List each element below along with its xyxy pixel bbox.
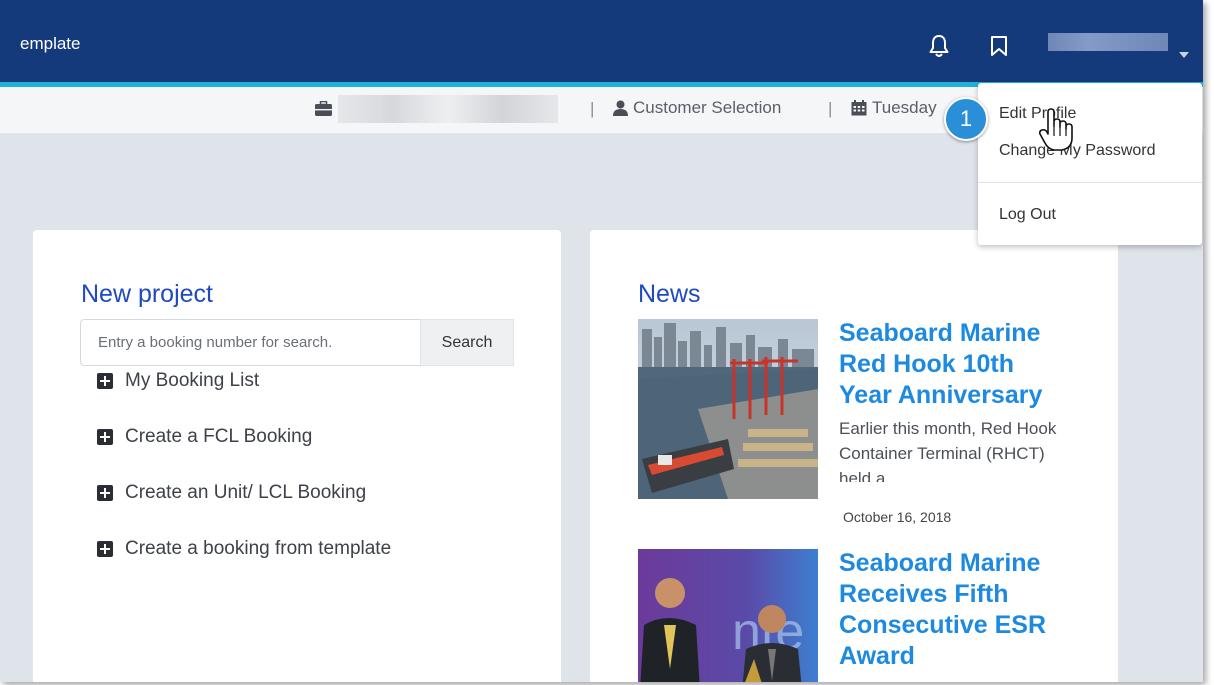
caret-down-icon[interactable] [1179,45,1189,63]
plus-square-icon [97,485,113,501]
customer-selection-link[interactable]: Customer Selection [633,98,781,118]
action-label: My Booking List [125,370,260,391]
action-label: Create a booking from template [125,538,392,559]
action-label: Create an Unit/ LCL Booking [125,482,367,503]
create-lcl-booking-link[interactable]: Create an Unit/ LCL Booking [97,482,366,504]
news-title: News [638,280,701,308]
create-fcl-booking-link[interactable]: Create a FCL Booking [97,426,312,448]
company-name-redacted[interactable] [338,95,558,123]
bell-icon[interactable] [928,34,950,63]
my-booking-list-link[interactable]: My Booking List [97,370,259,392]
news-headline[interactable]: Seaboard Marine Receives Fifth Consecuti… [839,548,1069,672]
booking-search-input[interactable] [80,319,420,366]
menu-divider [978,182,1202,183]
user-name-redacted[interactable] [1048,33,1168,51]
current-date: Tuesday [872,98,937,117]
step-badge: 1 [944,97,988,141]
hand-pointer-icon [1038,108,1074,157]
calendar-icon [851,100,867,121]
search-button[interactable]: Search [420,319,514,366]
news-image-port[interactable] [638,319,818,499]
briefcase-icon [315,100,332,121]
user-dropdown-menu: Edit Profile Change My Password Log Out [978,83,1202,245]
plus-square-icon [97,541,113,557]
new-project-card: New project Search My Booking List Creat… [33,230,561,682]
news-headline[interactable]: Seaboard Marine Red Hook 10th Year Anniv… [839,318,1069,411]
news-card: News Seaboard Marine Red Hook 10th Year … [590,230,1118,682]
top-navbar: emplate [0,0,1203,82]
news-date: October 16, 2018 [843,509,952,525]
booking-search: Search [80,319,514,366]
plus-square-icon [97,429,113,445]
separator: | [828,99,833,118]
menu-item-change-password[interactable]: Change My Password [999,142,1156,160]
bookmark-icon[interactable] [990,35,1008,62]
news-excerpt: Earlier this month, Red Hook Container T… [839,419,1057,482]
plus-square-icon [97,373,113,389]
create-from-template-link[interactable]: Create a booking from template [97,538,391,560]
app-title: emplate [20,34,81,53]
news-image-award[interactable]: nte [638,549,818,682]
action-label: Create a FCL Booking [125,426,313,447]
app-window: emplate | Customer Selection | Tuesday N… [0,0,1203,682]
separator: | [590,99,595,118]
new-project-title: New project [81,280,213,308]
user-icon [613,100,628,121]
menu-item-log-out[interactable]: Log Out [999,206,1056,224]
